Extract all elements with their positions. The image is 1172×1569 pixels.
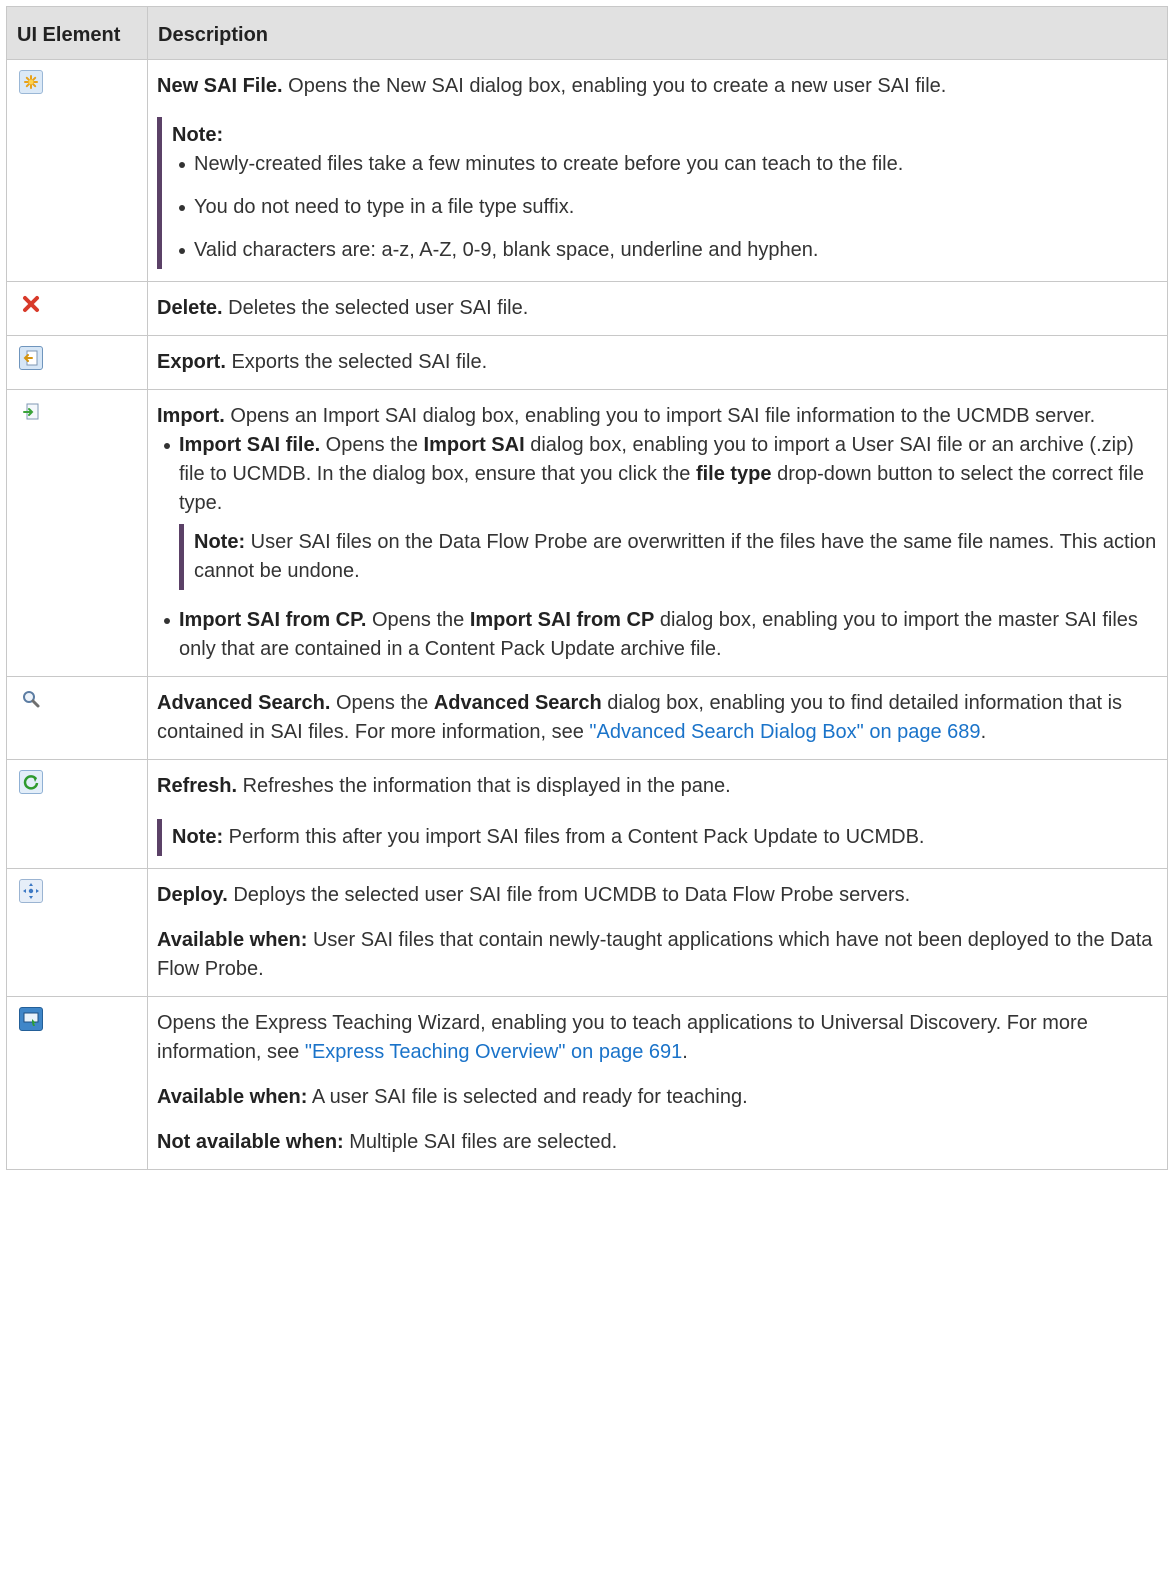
new-file-icon [19, 70, 43, 94]
refresh-title: Refresh. [157, 775, 238, 797]
table-row: Refresh. Refreshes the information that … [6, 759, 1168, 869]
deploy-text: Deploys the selected user SAI file from … [227, 884, 911, 906]
list-item: You do not need to type in a file type s… [172, 193, 1157, 222]
table-row: New SAI File. Opens the New SAI dialog b… [6, 59, 1168, 282]
icon-cell [6, 759, 148, 869]
header-description: Description [147, 6, 1168, 60]
note-box: Note: Newly-created files take a few min… [157, 117, 1157, 269]
list-item: Import SAI from CP. Opens the Import SAI… [157, 606, 1157, 664]
available-when-label: Available when: [157, 929, 308, 951]
new-sai-file-text: Opens the New SAI dialog box, enabling y… [282, 75, 947, 97]
new-sai-file-title: New SAI File. [157, 75, 283, 97]
list-item: Valid characters are: a-z, A-Z, 0-9, bla… [172, 236, 1157, 265]
note-label: Note: [194, 531, 246, 553]
delete-icon [19, 292, 43, 316]
text: Opens the [330, 692, 434, 714]
description-cell: Import. Opens an Import SAI dialog box, … [147, 389, 1168, 677]
import-icon [19, 400, 43, 424]
description-cell: Opens the Express Teaching Wizard, enabl… [147, 996, 1168, 1170]
import-from-cp-title: Import SAI from CP. [179, 609, 367, 631]
note-label: Note: [172, 826, 224, 848]
list-item: Newly-created files take a few minutes t… [172, 150, 1157, 179]
import-options-list: Import SAI file. Opens the Import SAI di… [157, 431, 1157, 664]
express-teaching-link[interactable]: "Express Teaching Overview" on page 691 [305, 1041, 682, 1063]
text: . [980, 721, 987, 743]
icon-cell [6, 676, 148, 760]
description-cell: Refresh. Refreshes the information that … [147, 759, 1168, 869]
import-title: Import. [157, 405, 225, 427]
control-name: file type [695, 463, 772, 485]
magnifier-icon [19, 687, 43, 711]
note-box: Note: Perform this after you import SAI … [157, 819, 1157, 856]
note-text: Perform this after you import SAI files … [223, 826, 925, 848]
ui-element-table: UI Element Description New SAI File. Ope… [6, 6, 1168, 1170]
description-cell: Deploy. Deploys the selected user SAI fi… [147, 868, 1168, 997]
export-text: Exports the selected SAI file. [225, 351, 488, 373]
refresh-icon [19, 770, 43, 794]
table-row: Advanced Search. Opens the Advanced Sear… [6, 676, 1168, 760]
table-row: Import. Opens an Import SAI dialog box, … [6, 389, 1168, 677]
note-label: Note: [172, 124, 224, 146]
deploy-title: Deploy. [157, 884, 228, 906]
dialog-name: Advanced Search [433, 692, 602, 714]
list-item: Import SAI file. Opens the Import SAI di… [157, 431, 1157, 590]
description-cell: Advanced Search. Opens the Advanced Sear… [147, 676, 1168, 760]
table-row: Export. Exports the selected SAI file. [6, 335, 1168, 390]
dialog-name: Import SAI [423, 434, 525, 456]
refresh-text: Refreshes the information that is displa… [237, 775, 731, 797]
description-cell: Export. Exports the selected SAI file. [147, 335, 1168, 390]
not-available-when-text: Multiple SAI files are selected. [343, 1131, 618, 1153]
icon-cell [6, 335, 148, 390]
table-row: Opens the Express Teaching Wizard, enabl… [6, 996, 1168, 1170]
deploy-icon [19, 879, 43, 903]
import-text: Opens an Import SAI dialog box, enabling… [224, 405, 1096, 427]
description-cell: New SAI File. Opens the New SAI dialog b… [147, 59, 1168, 282]
available-when-label: Available when: [157, 1086, 308, 1108]
note-text: User SAI files on the Data Flow Probe ar… [194, 531, 1157, 582]
header-ui-element: UI Element [6, 6, 148, 60]
advanced-search-link[interactable]: "Advanced Search Dialog Box" on page 689 [589, 721, 980, 743]
not-available-when-label: Not available when: [157, 1131, 344, 1153]
table-header-row: UI Element Description [6, 6, 1168, 60]
text: Opens the [320, 434, 424, 456]
delete-text: Deletes the selected user SAI file. [222, 297, 529, 319]
icon-cell [6, 868, 148, 997]
dialog-name: Import SAI from CP [469, 609, 655, 631]
description-cell: Delete. Deletes the selected user SAI fi… [147, 281, 1168, 336]
icon-cell [6, 996, 148, 1170]
available-when-text: A user SAI file is selected and ready fo… [307, 1086, 748, 1108]
table-row: Deploy. Deploys the selected user SAI fi… [6, 868, 1168, 997]
export-title: Export. [157, 351, 226, 373]
advanced-search-title: Advanced Search. [157, 692, 331, 714]
icon-cell [6, 389, 148, 677]
icon-cell [6, 281, 148, 336]
icon-cell [6, 59, 148, 282]
import-sai-file-title: Import SAI file. [179, 434, 321, 456]
note-box: Note: User SAI files on the Data Flow Pr… [179, 524, 1157, 590]
table-row: Delete. Deletes the selected user SAI fi… [6, 281, 1168, 336]
available-when-text: User SAI files that contain newly-taught… [157, 929, 1153, 980]
export-icon [19, 346, 43, 370]
text: . [682, 1041, 688, 1063]
delete-title: Delete. [157, 297, 223, 319]
teaching-wizard-icon [19, 1007, 43, 1031]
text: Opens the [366, 609, 470, 631]
